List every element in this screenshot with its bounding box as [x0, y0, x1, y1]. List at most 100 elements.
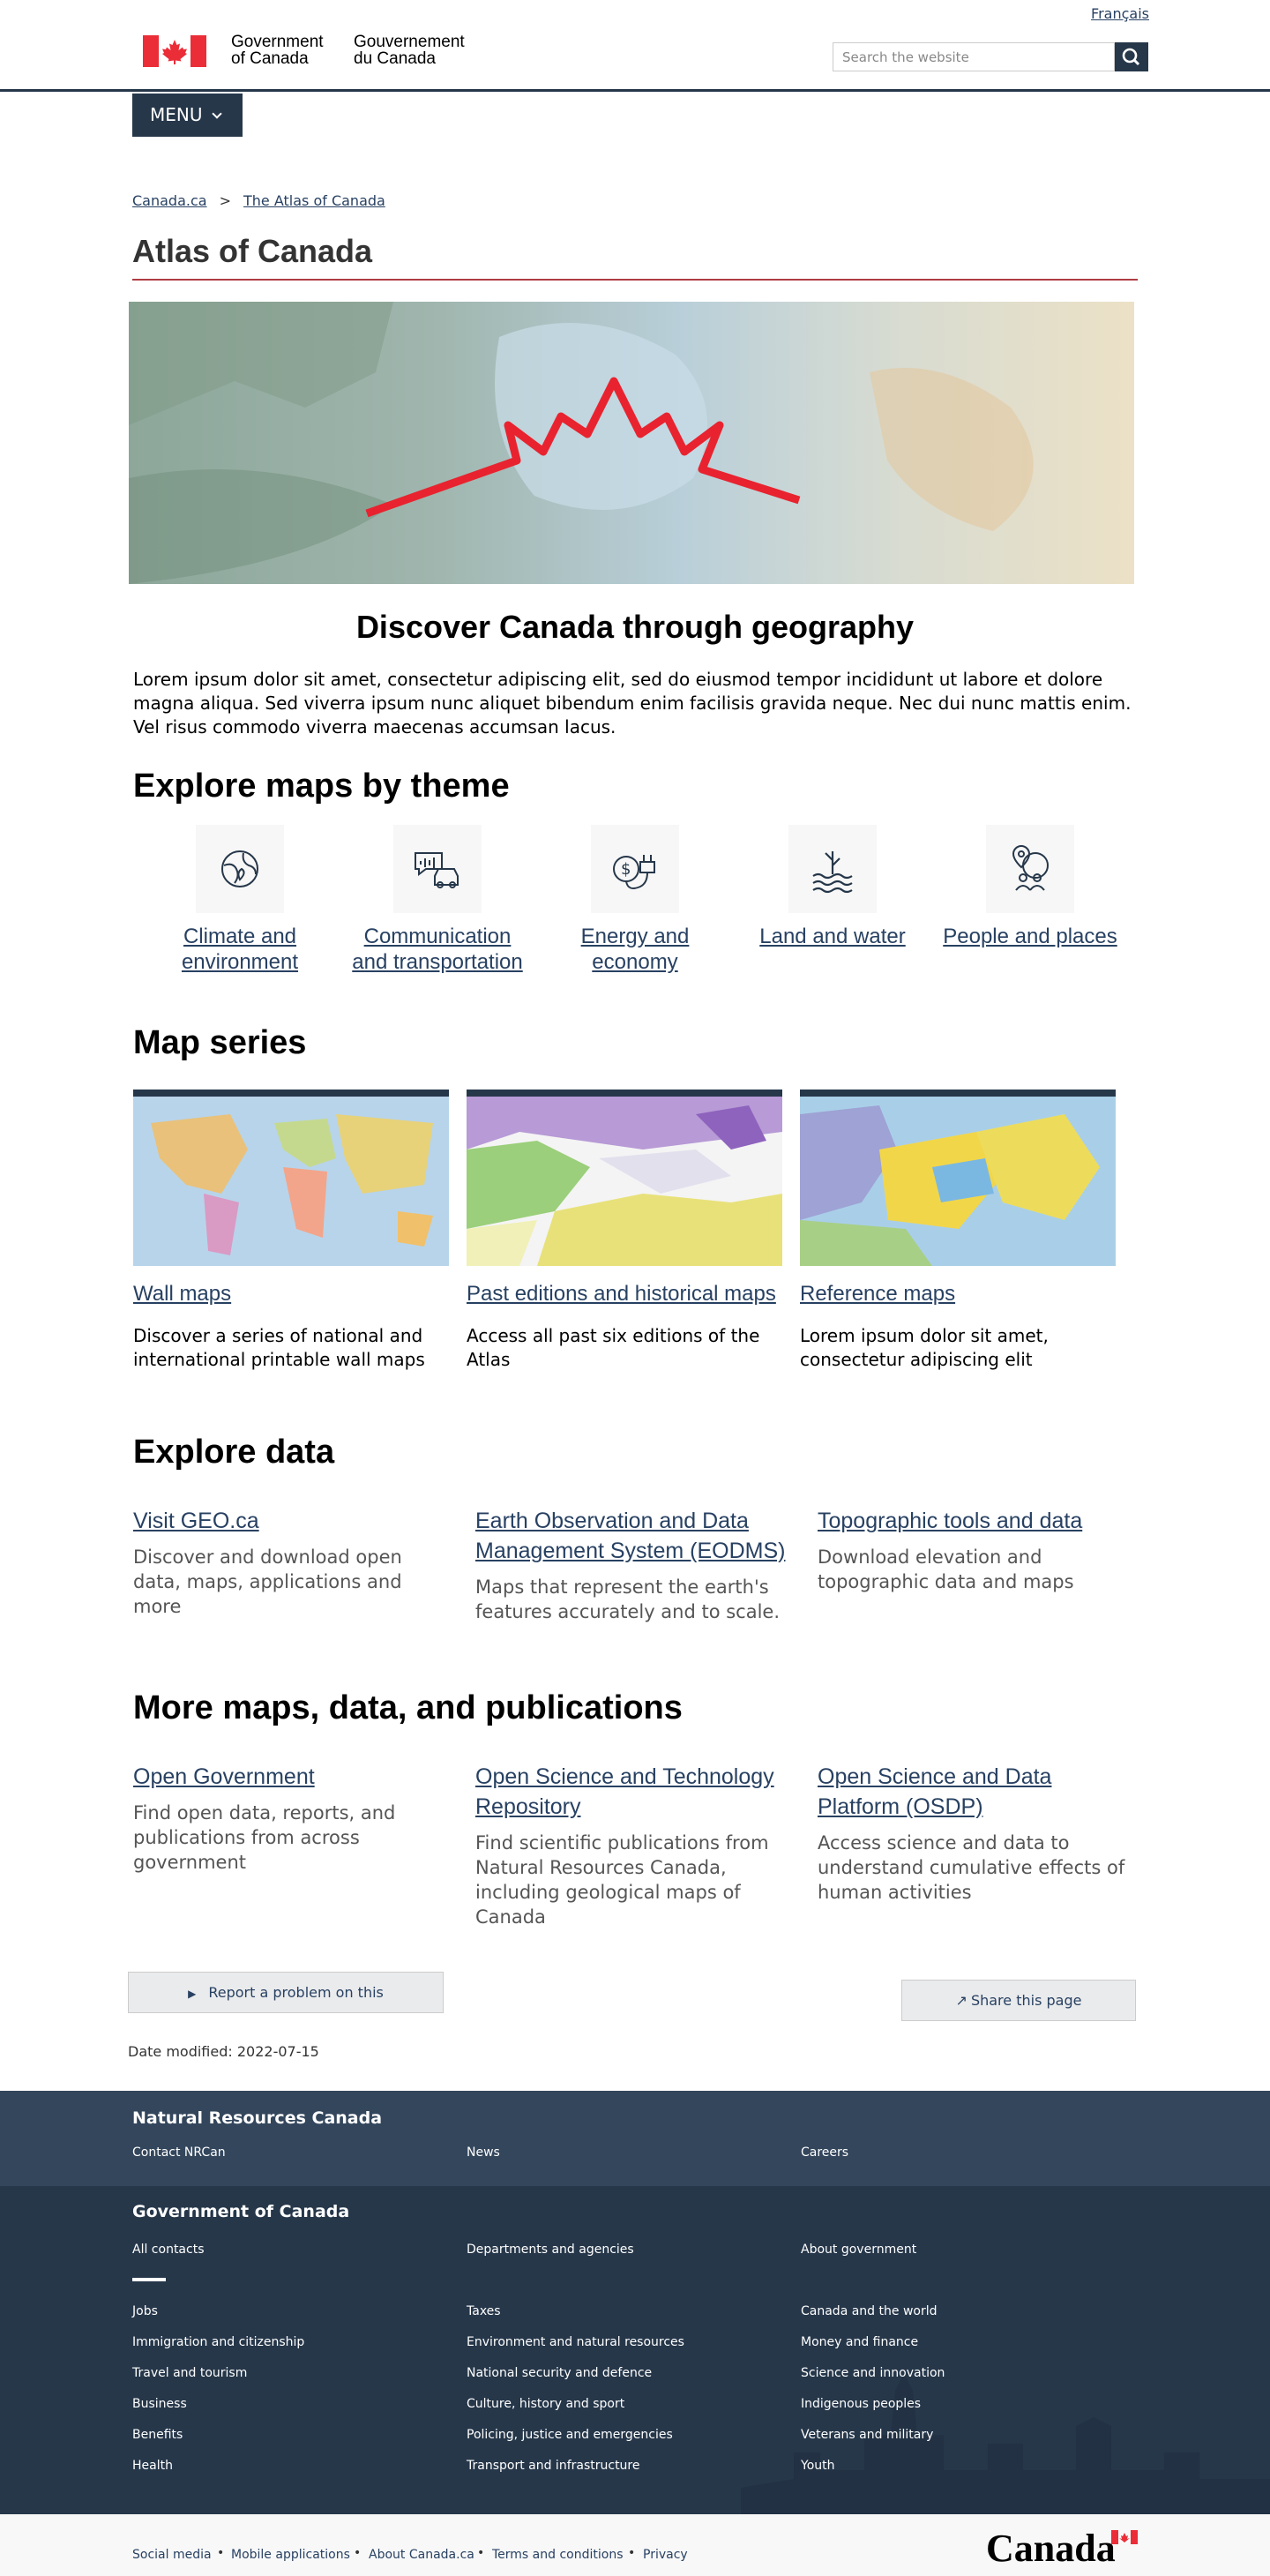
theme-label[interactable]: Climate and environment: [141, 924, 339, 975]
footer-link[interactable]: Departments and agencies: [467, 2243, 634, 2257]
search-icon: [1122, 48, 1140, 66]
map-card-reference-maps[interactable]: Reference maps Lorem ipsum dolor sit ame…: [800, 1090, 1116, 1372]
footer-bottom-link[interactable]: About Canada.ca: [369, 2548, 474, 2562]
theme-label-line1: Climate and: [183, 925, 297, 948]
footer-link[interactable]: Contact NRCan: [132, 2145, 226, 2160]
footer-link[interactable]: Transport and infrastructure: [467, 2459, 640, 2473]
data-item-description: Download elevation and topographic data …: [818, 1546, 1074, 1592]
footer-link[interactable]: Indigenous peoples: [801, 2397, 921, 2411]
footer-link[interactable]: Youth: [801, 2459, 835, 2473]
more-item-open-government[interactable]: Open Government Find open data, reports,…: [133, 1762, 452, 1875]
signature-english[interactable]: Government of Canada: [231, 34, 324, 67]
footer-link[interactable]: Taxes: [467, 2304, 501, 2318]
breadcrumb-link-canada[interactable]: Canada.ca: [132, 192, 207, 209]
canada-flag-icon: [143, 35, 206, 67]
breadcrumb-separator: >: [219, 192, 231, 209]
more-item-description: Find scientific publications from Natura…: [475, 1832, 769, 1928]
theme-label[interactable]: People and places: [931, 924, 1129, 949]
theme-climate-environment[interactable]: Climate and environment: [141, 825, 339, 975]
footer-department-heading: Natural Resources Canada: [132, 2108, 383, 2128]
data-item-title[interactable]: Visit GEO.ca: [133, 1506, 452, 1536]
data-item-eodms[interactable]: Earth Observation and Data Management Sy…: [475, 1506, 795, 1624]
more-item-ostr[interactable]: Open Science and Technology Repository F…: [475, 1762, 795, 1929]
theme-label-line1: Land and water: [759, 925, 906, 948]
signature-french[interactable]: Gouvernement du Canada: [354, 34, 465, 67]
signature-en-line2: of Canada: [231, 49, 309, 68]
bullet-separator: •: [477, 2546, 485, 2560]
signature-fr-line2: du Canada: [354, 49, 436, 68]
theme-land-water[interactable]: Land and water: [734, 825, 931, 949]
map-card-title[interactable]: Past editions and historical maps: [467, 1282, 782, 1307]
theme-energy-economy[interactable]: $ Energy and economy: [536, 825, 734, 975]
more-item-title[interactable]: Open Government: [133, 1762, 452, 1792]
data-item-title[interactable]: Earth Observation and Data Management Sy…: [475, 1506, 795, 1566]
theme-label-line2: economy: [592, 950, 678, 974]
wall-maps-thumbnail: [133, 1090, 449, 1266]
footer-government: Government of Canada All contacts Depart…: [0, 2186, 1270, 2514]
data-item-description: Discover and download open data, maps, a…: [133, 1546, 402, 1617]
theme-label[interactable]: Communication and transportation: [339, 924, 536, 975]
more-item-title[interactable]: Open Science and Data Platform (OSDP): [818, 1762, 1137, 1822]
more-item-osdp[interactable]: Open Science and Data Platform (OSDP) Ac…: [818, 1762, 1137, 1905]
footer-link[interactable]: Benefits: [132, 2428, 183, 2442]
search-input[interactable]: Search the website: [833, 42, 1115, 71]
footer-bottom-link[interactable]: Terms and conditions: [492, 2548, 624, 2562]
language-toggle-link[interactable]: Français: [1091, 5, 1149, 22]
footer-link[interactable]: Policing, justice and emergencies: [467, 2428, 673, 2442]
explore-data-heading: Explore data: [133, 1434, 335, 1471]
date-modified: Date modified: 2022-07-15: [128, 2043, 319, 2060]
map-card-title[interactable]: Wall maps: [133, 1282, 449, 1307]
more-heading: More maps, data, and publications: [133, 1689, 683, 1726]
report-problem-button[interactable]: ▶ Report a problem on this: [128, 1972, 444, 2013]
breadcrumb-link-atlas[interactable]: The Atlas of Canada: [243, 192, 385, 209]
more-item-description: Find open data, reports, and publication…: [133, 1802, 396, 1873]
footer-link[interactable]: Environment and natural resources: [467, 2335, 684, 2349]
footer-link[interactable]: News: [467, 2145, 500, 2160]
footer-link[interactable]: All contacts: [132, 2243, 205, 2257]
share-icon: ↗: [955, 1992, 967, 2009]
footer-link[interactable]: National security and defence: [467, 2366, 652, 2380]
footer-bottom-link[interactable]: Privacy: [643, 2548, 688, 2562]
themes-heading: Explore maps by theme: [133, 768, 510, 805]
footer-link[interactable]: Canada and the world: [801, 2304, 938, 2318]
footer-link[interactable]: Veterans and military: [801, 2428, 933, 2442]
footer-bottom-link[interactable]: Mobile applications: [231, 2548, 350, 2562]
share-page-label: Share this page: [970, 1992, 1082, 2009]
map-card-past-editions[interactable]: Past editions and historical maps Access…: [467, 1090, 782, 1372]
bullet-separator: •: [354, 2546, 362, 2560]
footer-link[interactable]: Science and innovation: [801, 2366, 945, 2380]
data-item-geo[interactable]: Visit GEO.ca Discover and download open …: [133, 1506, 452, 1619]
theme-label[interactable]: Energy and economy: [536, 924, 734, 975]
footer-link[interactable]: Culture, history and sport: [467, 2397, 624, 2411]
footer-link[interactable]: Jobs: [132, 2304, 158, 2318]
more-item-title[interactable]: Open Science and Technology Repository: [475, 1762, 795, 1822]
theme-people-places[interactable]: People and places: [931, 825, 1129, 949]
map-card-description: Lorem ipsum dolor sit amet, consectetur …: [800, 1325, 1049, 1370]
footer-link[interactable]: Careers: [801, 2145, 848, 2160]
search-button[interactable]: [1115, 42, 1148, 71]
land-water-icon: [788, 825, 877, 913]
map-card-wall-maps[interactable]: Wall maps Discover a series of national …: [133, 1090, 449, 1372]
data-item-topographic[interactable]: Topographic tools and data Download elev…: [818, 1506, 1137, 1594]
site-header: Français Government of Canada Gouverneme…: [0, 0, 1270, 92]
footer-link[interactable]: Immigration and citizenship: [132, 2335, 304, 2349]
chat-car-icon: [393, 825, 482, 913]
theme-label[interactable]: Land and water: [734, 924, 931, 949]
share-page-button[interactable]: ↗ Share this page: [901, 1980, 1136, 2021]
footer-link[interactable]: Health: [132, 2459, 173, 2473]
breadcrumb: Canada.ca > The Atlas of Canada: [132, 192, 385, 209]
footer-link[interactable]: Travel and tourism: [132, 2366, 247, 2380]
footer-link[interactable]: About government: [801, 2243, 916, 2257]
map-card-description: Discover a series of national and intern…: [133, 1325, 425, 1370]
report-problem-label: Report a problem on this: [208, 1984, 384, 2001]
theme-label-line1: People and places: [943, 925, 1117, 948]
signature-en-line1: Government: [231, 33, 324, 51]
theme-communication-transportation[interactable]: Communication and transportation: [339, 825, 536, 975]
footer-link[interactable]: Money and finance: [801, 2335, 918, 2349]
footer-link[interactable]: Business: [132, 2397, 187, 2411]
map-card-title[interactable]: Reference maps: [800, 1282, 1116, 1307]
menu-button[interactable]: MENU: [132, 94, 243, 137]
hero-heading: Discover Canada through geography: [355, 609, 915, 645]
footer-bottom-link[interactable]: Social media: [132, 2548, 212, 2562]
data-item-title[interactable]: Topographic tools and data: [818, 1506, 1137, 1536]
